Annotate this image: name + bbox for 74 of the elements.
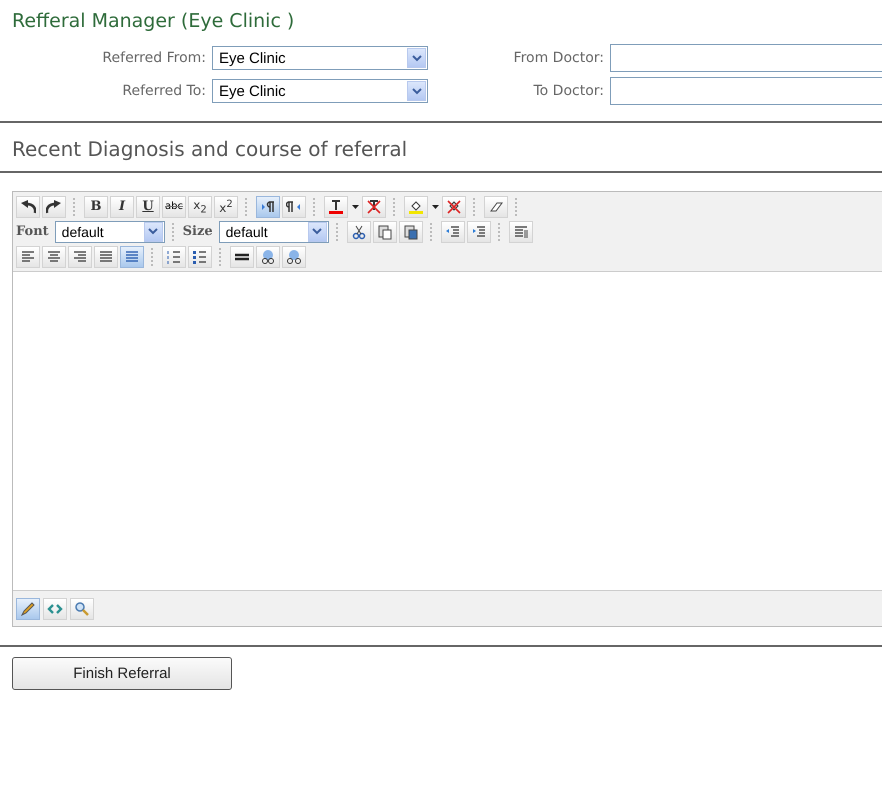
toolbar-button[interactable]: x$_{2}$ <box>188 196 212 218</box>
toolbar-button[interactable] <box>162 246 186 268</box>
cut-icon <box>350 224 367 240</box>
doctor-input-field[interactable] <box>610 44 882 72</box>
toolbar-button[interactable] <box>16 196 40 218</box>
chevron-down-icon <box>412 54 422 62</box>
mode-button[interactable] <box>70 598 94 620</box>
left-to-right-icon <box>260 198 276 214</box>
toolbar-button[interactable]: B <box>84 196 108 218</box>
toolbar-dropdown[interactable]: default <box>54 220 165 242</box>
toolbar-button[interactable] <box>68 246 92 268</box>
toolbar-button[interactable] <box>94 246 118 268</box>
field-label: From Doctor: <box>512 50 605 66</box>
indent-icon <box>470 224 487 240</box>
undo-icon <box>20 198 36 214</box>
chevron-down-icon <box>312 228 322 235</box>
toolbar-button[interactable]: I <box>110 196 134 218</box>
doctor-input-field[interactable] <box>610 77 882 105</box>
chevron-down-icon <box>148 228 158 235</box>
align-right-icon <box>72 248 88 264</box>
clinic-dropdown[interactable]: Eye Clinic <box>212 79 428 103</box>
toolbar-button[interactable] <box>16 246 40 268</box>
mode-button[interactable] <box>16 598 40 620</box>
right-to-left-icon <box>286 198 302 214</box>
toolbar-button[interactable] <box>230 246 254 268</box>
page-title: Refferal Manager (Eye Clinic ) <box>12 10 296 32</box>
toolbar-button[interactable] <box>404 196 428 218</box>
toolbar-button[interactable] <box>42 196 66 218</box>
toolbar-button[interactable] <box>42 246 66 268</box>
toolbar-button[interactable] <box>466 220 491 242</box>
toolbar-button[interactable] <box>324 196 348 218</box>
toolbar-label: Size <box>182 224 213 239</box>
toolbar-button[interactable] <box>442 196 466 218</box>
paste-icon <box>376 224 393 240</box>
toolbar-button[interactable] <box>282 246 306 268</box>
toolbar-button[interactable] <box>256 246 280 268</box>
toolbar-button[interactable] <box>362 196 386 218</box>
numbered-list-icon <box>166 248 182 264</box>
toolbar-dropdown[interactable]: default <box>218 220 329 242</box>
outdent-icon <box>444 224 461 240</box>
mode-button[interactable] <box>43 598 67 620</box>
toolbar-button[interactable] <box>282 196 306 218</box>
field-label: Referred From: <box>101 50 207 66</box>
finish-referral-button[interactable]: Finish Referral <box>12 657 232 690</box>
search-icon <box>74 600 90 616</box>
clinic-dropdown[interactable]: Eye Clinic <box>212 46 428 70</box>
toolbar-button[interactable] <box>440 220 465 242</box>
paste-word-icon <box>402 224 419 240</box>
toolbar-label: Font <box>16 224 49 239</box>
section-heading: Recent Diagnosis and course of referral <box>12 137 408 161</box>
dropdown-arrow-icon[interactable] <box>432 204 438 208</box>
redo-icon <box>46 198 62 214</box>
pencil-icon <box>20 600 36 616</box>
field-label: Referred To: <box>121 83 207 99</box>
justify-icon <box>98 248 114 264</box>
toolbar-button[interactable] <box>398 220 423 242</box>
paragraph-icon <box>512 224 529 240</box>
justify-icon <box>124 248 140 264</box>
align-center-icon <box>46 248 62 264</box>
toolbar-button[interactable]: U <box>136 196 160 218</box>
toolbar-button[interactable] <box>346 220 371 242</box>
toolbar-button[interactable] <box>372 220 397 242</box>
toolbar-button[interactable] <box>484 196 508 218</box>
toolbar-button[interactable]: x$^{2}$ <box>214 196 238 218</box>
remove-text-color-icon <box>366 198 382 214</box>
toolbar-button[interactable] <box>508 220 533 242</box>
toolbar-button[interactable] <box>188 246 212 268</box>
align-left-icon <box>20 248 36 264</box>
dropdown-arrow-icon[interactable] <box>352 204 358 208</box>
toolbar-button[interactable] <box>256 196 280 218</box>
chevron-down-icon <box>412 88 422 94</box>
text-color-icon <box>328 198 344 214</box>
field-label: To Doctor: <box>532 83 605 99</box>
bulleted-list-icon <box>192 248 208 264</box>
